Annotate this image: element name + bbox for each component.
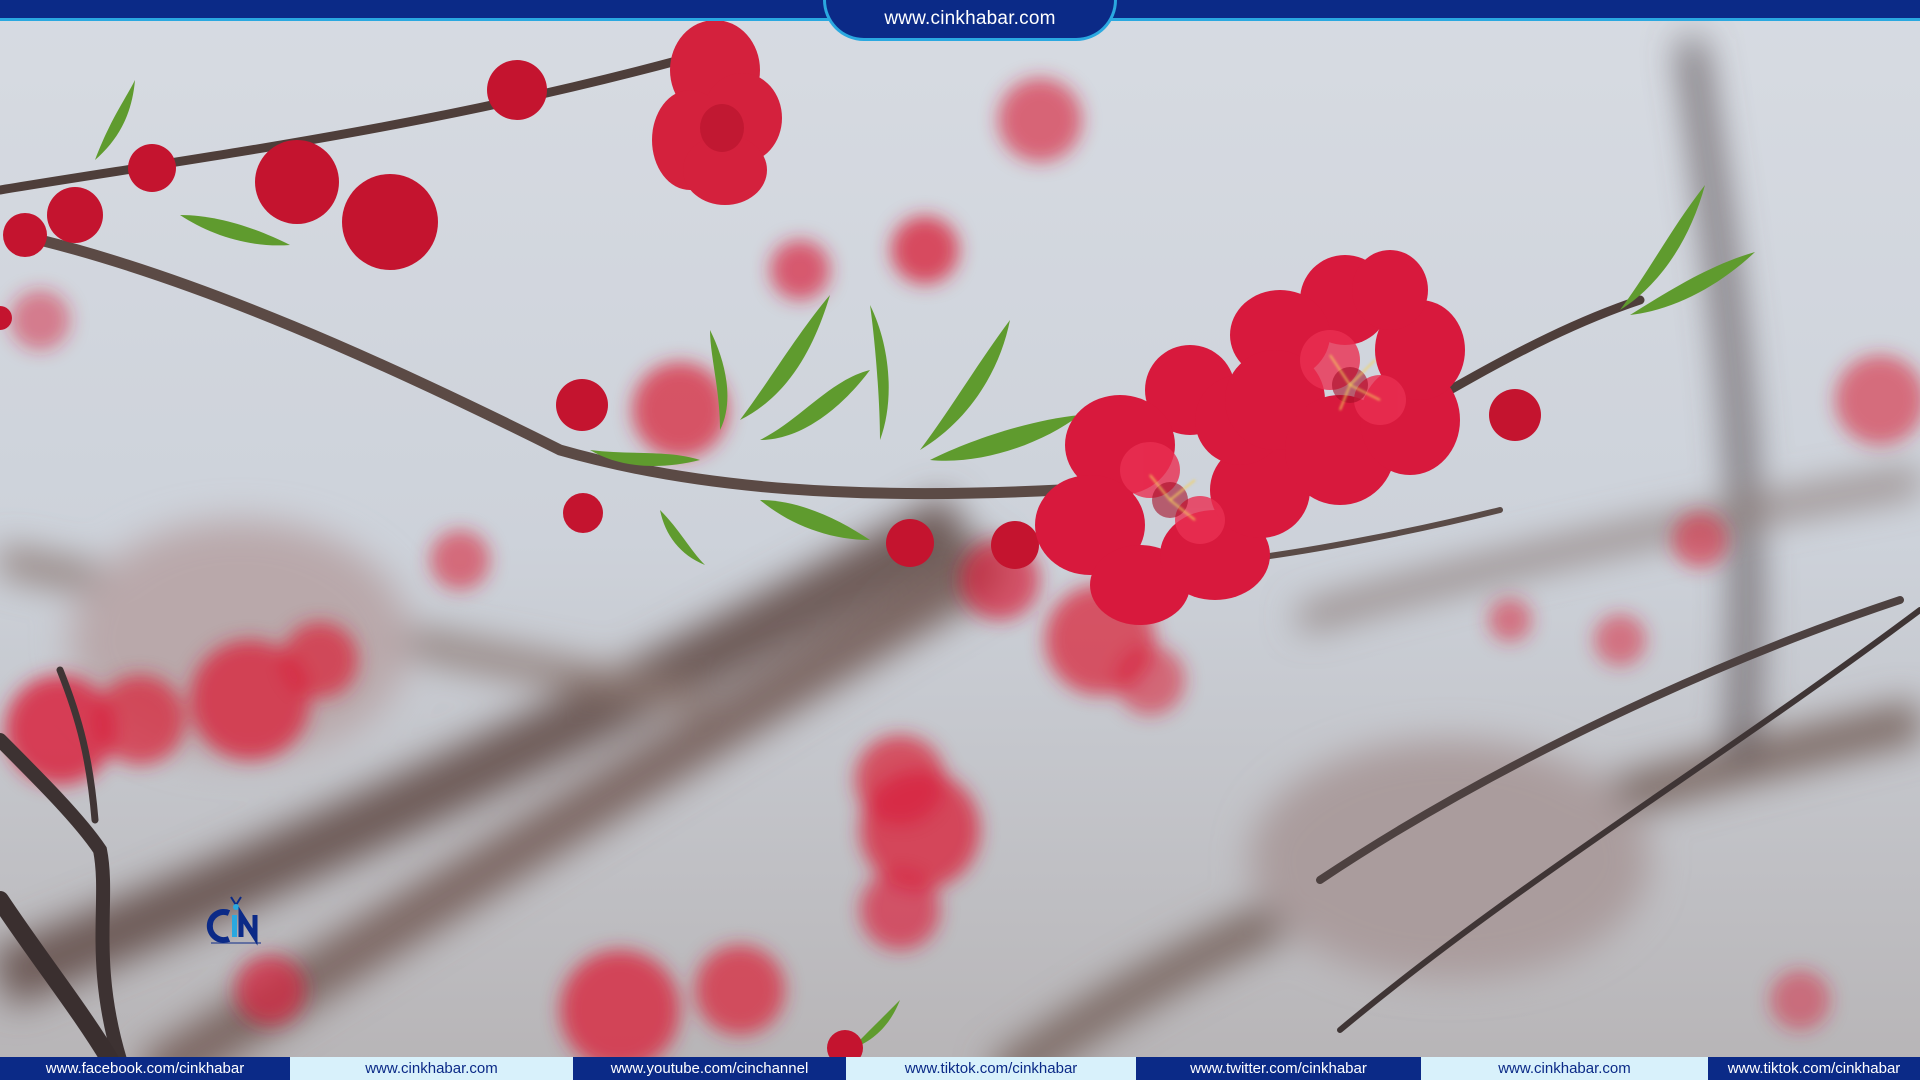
- footer-link-twitter[interactable]: www.twitter.com/cinkhabar: [1136, 1057, 1421, 1080]
- footer-link-youtube[interactable]: www.youtube.com/cinchannel: [573, 1057, 846, 1080]
- footer-link-website-2[interactable]: www.cinkhabar.com: [1421, 1057, 1708, 1080]
- blossom-scene: [0, 0, 1920, 1080]
- cin-logo-icon: [203, 895, 269, 947]
- footer-link-tiktok-2[interactable]: www.tiktok.com/cinkhabar: [1708, 1057, 1920, 1080]
- footer-links-bar: www.facebook.com/cinkhabar www.cinkhabar…: [0, 1057, 1920, 1080]
- website-url: www.cinkhabar.com: [884, 8, 1056, 29]
- photo-background: [0, 0, 1920, 1080]
- footer-link-tiktok[interactable]: www.tiktok.com/cinkhabar: [846, 1057, 1136, 1080]
- website-tab[interactable]: www.cinkhabar.com: [823, 0, 1117, 41]
- footer-link-website[interactable]: www.cinkhabar.com: [290, 1057, 573, 1080]
- footer-link-facebook[interactable]: www.facebook.com/cinkhabar: [0, 1057, 290, 1080]
